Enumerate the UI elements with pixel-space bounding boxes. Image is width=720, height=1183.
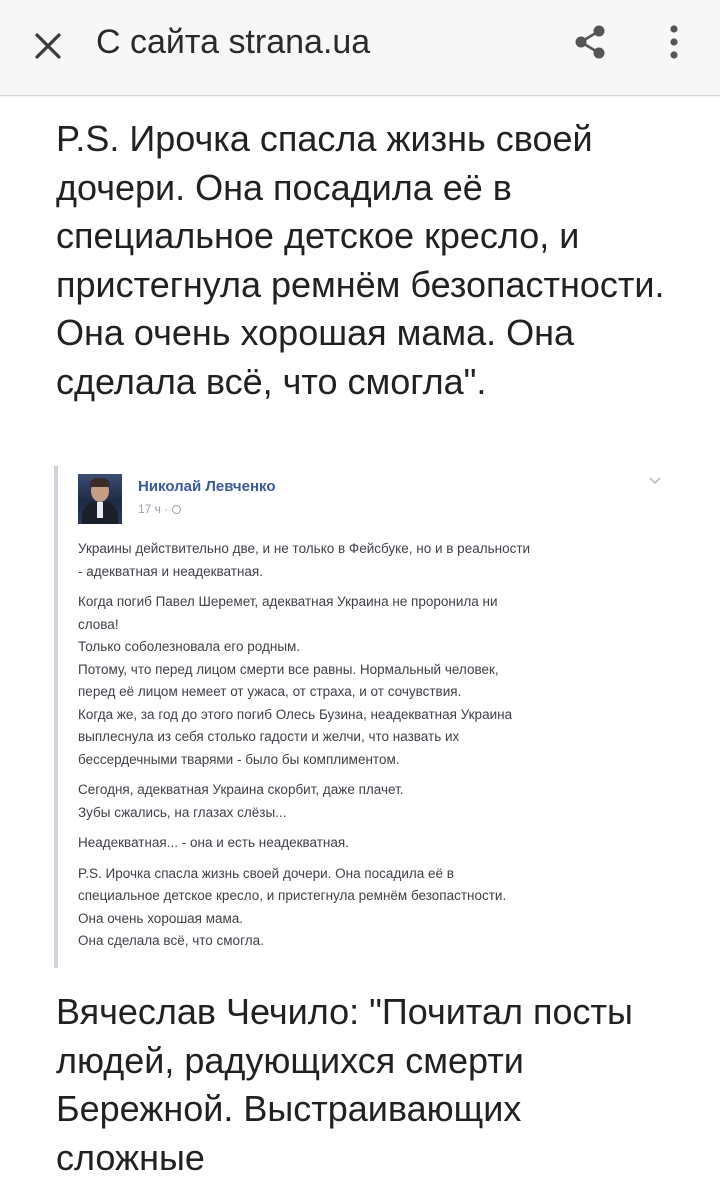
post-line: Сегодня, адекватная Украина скорбит, даж… xyxy=(78,782,404,797)
share-button[interactable] xyxy=(564,16,616,68)
post-line: слова! xyxy=(78,616,119,632)
post-line: Она сделала всё, что смогла. xyxy=(78,933,264,948)
post-line: P.S. Ирочка спасла жизнь своей дочери. О… xyxy=(78,865,454,881)
post-line: Только соболезновала его родным. xyxy=(78,639,301,654)
post-line: Украины действительно две, и не только в… xyxy=(78,541,531,556)
post-line: Неадекватная... - она и есть неадекватна… xyxy=(78,835,349,850)
chevron-down-icon xyxy=(649,477,661,485)
post-body: Украины действительно две, и не только в… xyxy=(78,538,664,953)
post-line: Потому, что перед лицом смерти все равны… xyxy=(78,661,499,677)
post-timestamp: 17 ч · xyxy=(138,502,182,516)
post-line: Зубы сжались, на глазах слёзы... xyxy=(78,804,287,820)
post-line: - адекватная и неадекватная. xyxy=(78,563,263,579)
article-paragraph: P.S. Ирочка спасла жизнь своей дочери. О… xyxy=(56,118,665,402)
post-line: Она очень хорошая мама. xyxy=(78,910,244,926)
embedded-facebook-post: Николай Левченко 17 ч · Украины действит… xyxy=(54,466,668,968)
app-bar: С сайта strana.ua xyxy=(0,0,720,96)
post-line: Когда же, за год до этого погиб Олесь Бу… xyxy=(78,706,513,722)
page-source-title: С сайта strana.ua xyxy=(96,23,371,61)
close-icon xyxy=(35,33,61,59)
post-time-text: 17 ч · xyxy=(138,502,169,516)
article-paragraph: Вячеслав Чечило: "Почитал посты людей, р… xyxy=(56,991,633,1178)
post-line: бессердечными тварями - было бы комплиме… xyxy=(78,751,400,767)
more-options-button[interactable] xyxy=(650,16,698,68)
post-line: выплеснула из себя столько гадости и жел… xyxy=(78,729,460,744)
post-line: специальное детское кресло, и пристегнул… xyxy=(78,888,507,903)
post-line: перед её лицом немеет от ужаса, от страх… xyxy=(78,684,462,699)
close-button[interactable] xyxy=(24,22,72,70)
post-author: Николай Левченко xyxy=(138,478,276,495)
avatar xyxy=(78,474,122,524)
globe-icon xyxy=(172,505,182,514)
post-line: Когда погиб Павел Шеремет, адекватная Ук… xyxy=(78,594,498,609)
more-vertical-icon xyxy=(670,25,678,59)
share-icon xyxy=(575,25,605,59)
